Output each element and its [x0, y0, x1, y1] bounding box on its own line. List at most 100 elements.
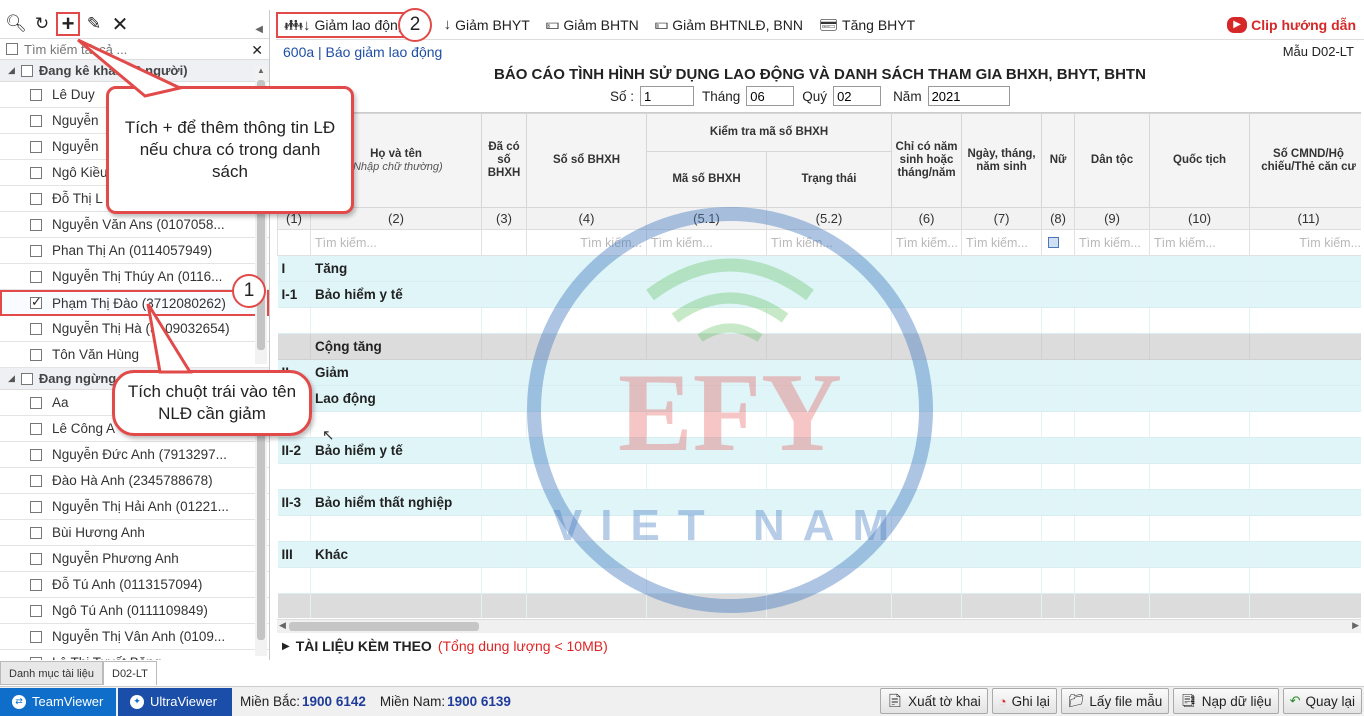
employee-list-item[interactable]: Phạm Thị Đào (3712080262) — [0, 290, 269, 316]
export-declaration-button[interactable]: 📄︎ Xuất tờ khai — [879, 688, 988, 714]
reduce-bhtn-button[interactable]: 💵︎ Giảm BHTN — [540, 12, 649, 38]
table-cell[interactable] — [646, 541, 767, 568]
table-cell[interactable] — [766, 593, 893, 618]
employee-checkbox[interactable] — [30, 114, 42, 127]
table-cell[interactable] — [961, 333, 1043, 360]
table-cell[interactable] — [481, 385, 527, 412]
table-row[interactable] — [277, 515, 1361, 542]
collapse-panel-icon[interactable]: ◀ — [255, 24, 263, 35]
table-cell[interactable] — [526, 411, 647, 438]
table-cell[interactable] — [1149, 255, 1251, 282]
table-cell[interactable] — [1074, 411, 1151, 438]
table-cell[interactable] — [1149, 411, 1251, 438]
col-nationality-header[interactable]: Quốc tịch — [1149, 113, 1251, 208]
table-cell[interactable] — [766, 281, 893, 308]
table-cell[interactable] — [526, 333, 647, 360]
table-cell[interactable] — [1249, 307, 1361, 334]
table-row[interactable] — [277, 567, 1361, 594]
table-cell[interactable] — [1074, 463, 1151, 490]
filter-cell[interactable]: Tìm kiếm... — [646, 229, 767, 256]
table-cell[interactable] — [766, 385, 893, 412]
table-cell[interactable] — [766, 333, 893, 360]
table-cell[interactable] — [1074, 489, 1151, 516]
table-cell[interactable] — [891, 359, 963, 386]
increase-bhyt-button[interactable]: 💳︎ Tăng BHYT — [813, 12, 925, 38]
table-cell[interactable] — [766, 515, 893, 542]
table-cell[interactable] — [961, 255, 1043, 282]
clear-search-icon[interactable]: ✕ — [251, 42, 263, 59]
table-cell[interactable] — [961, 307, 1043, 334]
table-cell[interactable] — [526, 541, 647, 568]
scroll-up-icon[interactable]: ▲ — [257, 66, 265, 75]
table-cell[interactable] — [891, 255, 963, 282]
table-cell[interactable] — [1149, 515, 1251, 542]
table-cell[interactable] — [481, 567, 527, 594]
table-row[interactable] — [277, 307, 1361, 334]
get-template-button[interactable]: 📁︎ Lấy file mẫu — [1060, 688, 1170, 714]
table-cell[interactable] — [1041, 515, 1076, 542]
table-cell[interactable] — [526, 567, 647, 594]
employee-checkbox[interactable] — [30, 88, 42, 101]
table-cell[interactable] — [481, 411, 527, 438]
select-all-checkbox[interactable] — [6, 43, 18, 55]
table-cell[interactable] — [766, 307, 893, 334]
table-cell[interactable] — [1041, 333, 1076, 360]
table-cell[interactable] — [766, 437, 893, 464]
table-cell[interactable] — [646, 411, 767, 438]
table-cell[interactable] — [1249, 541, 1361, 568]
table-cell[interactable] — [646, 593, 767, 618]
employee-checkbox[interactable] — [30, 218, 42, 231]
table-cell[interactable] — [1249, 593, 1361, 618]
reduce-bhyt-button[interactable]: ↓ Giảm BHYT — [418, 12, 540, 38]
expand-icon[interactable]: ◢ — [8, 373, 15, 384]
table-cell[interactable] — [1249, 489, 1361, 516]
table-cell[interactable] — [646, 515, 767, 542]
employee-checkbox[interactable] — [30, 140, 42, 153]
so-input[interactable] — [640, 86, 695, 106]
col-birth-year-header[interactable]: Chỉ có năm sinh hoặc tháng/năm — [891, 113, 963, 208]
filter-status[interactable]: Tìm kiếm... — [767, 236, 891, 250]
table-cell[interactable] — [1249, 255, 1361, 282]
filter-cell[interactable]: Tìm kiếm... — [891, 229, 963, 256]
filter-cell[interactable]: Tìm kiếm... — [1249, 229, 1361, 256]
employee-list-item[interactable]: Nguyễn Thị Thúy An (0116... — [0, 264, 269, 290]
employee-list-item[interactable]: Đào Hà Anh (2345788678) — [0, 468, 269, 494]
table-row[interactable]: I-1 Bảo hiểm y tế — [277, 281, 1361, 308]
grid-horizontal-scrollbar[interactable]: ◀ ▶ — [277, 619, 1361, 633]
table-cell[interactable] — [1074, 541, 1151, 568]
table-cell[interactable] — [766, 463, 893, 490]
table-cell[interactable] — [961, 385, 1043, 412]
table-row[interactable] — [277, 463, 1361, 490]
col-code-header[interactable]: Mã số BHXH — [646, 151, 767, 208]
table-cell[interactable] — [891, 567, 963, 594]
table-cell[interactable] — [1074, 333, 1151, 360]
table-cell[interactable] — [1149, 281, 1251, 308]
table-cell[interactable] — [891, 281, 963, 308]
table-cell[interactable] — [891, 593, 963, 618]
scroll-right-icon[interactable]: ▶ — [1352, 620, 1359, 631]
employee-checkbox[interactable] — [30, 270, 42, 283]
table-cell[interactable] — [1041, 307, 1076, 334]
employee-checkbox[interactable] — [30, 656, 42, 660]
employee-checkbox[interactable] — [30, 166, 42, 179]
employee-list-item[interactable]: Nguyễn Thị Hải Anh (01221... — [0, 494, 269, 520]
table-cell[interactable] — [481, 255, 527, 282]
nam-input[interactable] — [927, 86, 1010, 106]
filter-code[interactable]: Tìm kiếm... — [647, 236, 766, 250]
filter-cell[interactable]: Tìm kiếm... — [526, 229, 647, 256]
group-checkbox[interactable] — [20, 64, 33, 77]
employee-checkbox[interactable] — [30, 474, 42, 487]
table-cell[interactable] — [481, 333, 527, 360]
reduce-labor-button[interactable]: 👪︎↓ Giảm lao động — [276, 11, 418, 38]
employee-checkbox[interactable] — [30, 422, 42, 435]
employee-list-item[interactable]: Lê Thị Tuyết Băng — [0, 650, 269, 660]
table-cell[interactable] — [526, 307, 647, 334]
employee-list-item[interactable]: Tôn Văn Hùng — [0, 342, 269, 368]
employee-list-item[interactable]: Đỗ Tú Anh (0113157094) — [0, 572, 269, 598]
refresh-icon[interactable]: ↻ — [30, 12, 54, 36]
table-cell[interactable] — [1041, 463, 1076, 490]
female-filter-icon[interactable] — [1048, 237, 1060, 248]
employee-checkbox[interactable] — [30, 244, 42, 257]
filter-dob[interactable]: Tìm kiếm... — [962, 236, 1041, 250]
table-cell[interactable] — [646, 385, 767, 412]
